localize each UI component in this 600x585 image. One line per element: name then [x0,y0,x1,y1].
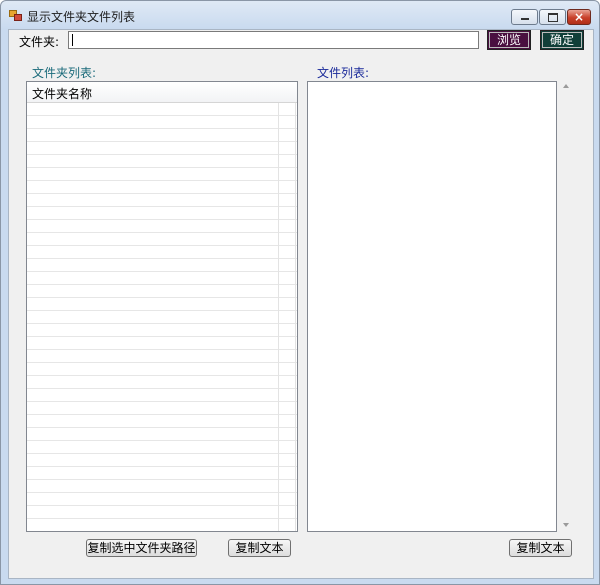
close-button[interactable]: × [567,9,591,25]
file-list-scrollbar[interactable] [560,81,574,532]
column-header-folder-name[interactable]: 文件夹名称 [27,82,297,103]
folder-list-caption: 文件夹列表: [32,66,97,80]
maximize-icon [548,13,558,22]
close-icon: × [573,10,585,24]
app-window: 显示文件夹文件列表 × 文件夹: 浏览 确定 文件夹列表: 文件列表: 文件夹名… [0,0,600,585]
folder-list-view[interactable]: 文件夹名称 [26,81,298,532]
folder-list-rows[interactable] [27,103,297,531]
text-caret [72,34,73,46]
minimize-button[interactable] [511,9,538,25]
app-icon [9,10,22,21]
folder-label: 文件夹: [19,35,60,49]
window-title: 显示文件夹文件列表 [27,10,136,24]
scroll-up-icon[interactable] [563,84,569,88]
file-list-box[interactable] [307,81,557,532]
column-header-label: 文件夹名称 [32,87,93,101]
client-area: 文件夹: 浏览 确定 文件夹列表: 文件列表: 文件夹名称 复制选中文件夹路径 … [8,29,594,579]
folder-path-input[interactable] [68,31,479,49]
scroll-down-icon[interactable] [563,523,569,527]
column-divider [278,82,279,531]
browse-button[interactable]: 浏览 [487,30,531,50]
maximize-button[interactable] [539,9,566,25]
copy-folder-path-button[interactable]: 复制选中文件夹路径 [86,539,197,557]
title-bar[interactable]: 显示文件夹文件列表 × [1,1,599,29]
copy-folder-text-button[interactable]: 复制文本 [228,539,291,557]
column-divider [295,82,296,531]
copy-file-text-button[interactable]: 复制文本 [509,539,572,557]
file-list-caption: 文件列表: [317,66,370,80]
ok-button[interactable]: 确定 [540,30,584,50]
minimize-icon [521,18,529,20]
